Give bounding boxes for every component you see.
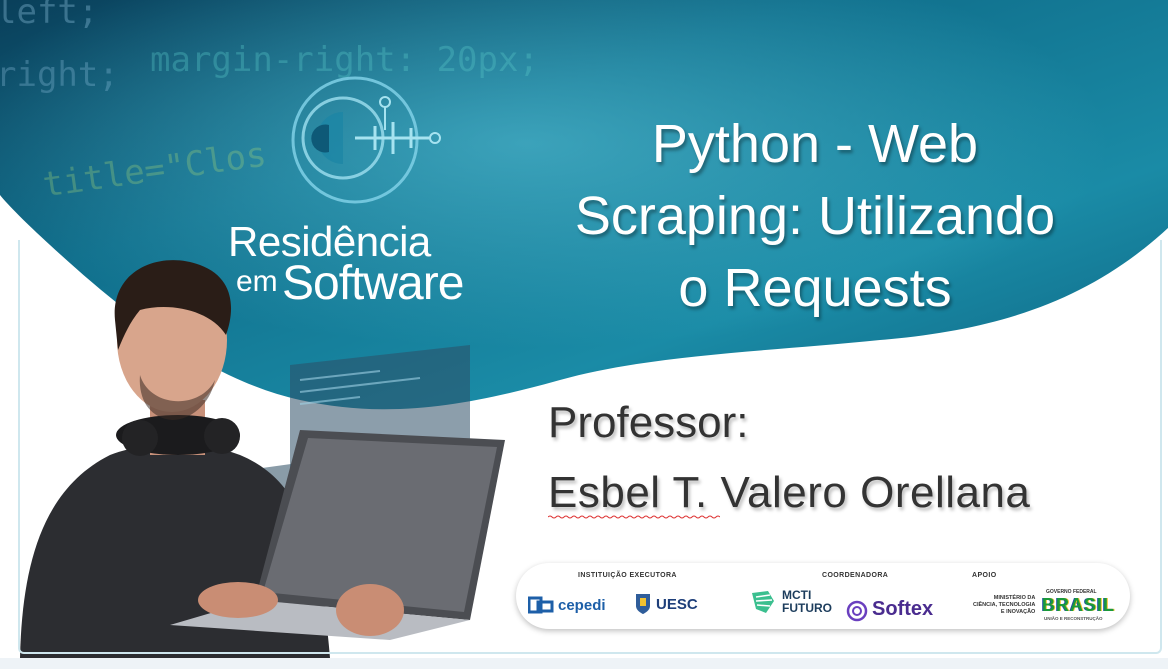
background-code-line: left; [0,0,99,32]
slide-frame [18,240,1162,654]
slide: left; margin-right: 20px; right; title="… [0,0,1168,658]
bottom-strip [0,658,1168,669]
background-code-line: right; [0,55,119,95]
slide-title-line: Python - Web [651,114,979,174]
